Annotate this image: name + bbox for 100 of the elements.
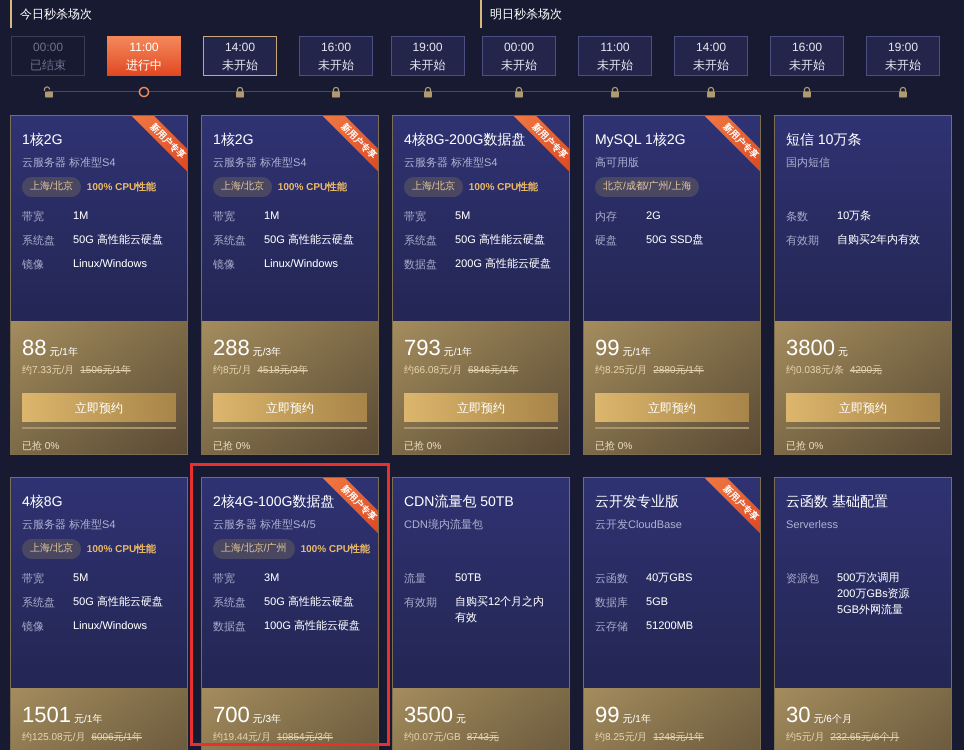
unlocked-lock-icon [42, 86, 54, 98]
price-unit: 元/1年 [74, 713, 102, 727]
original-price: 2880元/1年 [653, 364, 704, 378]
lock-icon [609, 86, 621, 98]
session-tab[interactable]: 16:00 未开始 [299, 36, 373, 76]
unit-price: 约0.07元/GB [404, 731, 461, 745]
unit-price: 约66.08元/月 [404, 364, 462, 378]
unit-price: 约5元/月 [786, 731, 824, 745]
spec-label: 带宽 [22, 572, 45, 587]
cpu-label: 100% CPU性能 [86, 542, 156, 556]
price-unit: 元/3年 [252, 713, 282, 727]
original-price: 10854元/3年 [276, 731, 333, 745]
card-title: 云开发专业版 [595, 492, 679, 511]
spec-value: 50G SSD盘 [646, 233, 704, 248]
card-title: 4核8G [22, 492, 62, 511]
lock-icon [422, 86, 434, 98]
region-tag: 上海/北京 [213, 177, 272, 197]
price: 700 [213, 701, 250, 729]
spec-label: 资源包 [786, 572, 820, 587]
spec-label: 带宽 [213, 210, 236, 225]
spec-value: 100G 高性能云硬盘 [264, 618, 360, 634]
original-price: 6846元/1年 [468, 364, 518, 378]
spec-value: 50G 高性能云硬盘 [264, 594, 354, 610]
spec-value: 50TB [455, 571, 482, 586]
card-title: 2核4G-100G数据盘 [213, 492, 334, 511]
price-unit: 元/6个月 [813, 713, 852, 727]
spec-value: 3M [264, 571, 280, 586]
session-tab[interactable]: 11:00 进行中 [107, 36, 181, 76]
spec-value: 40万GBS [646, 571, 692, 586]
original-price: 1506元/1年 [80, 364, 131, 378]
original-price: 6006元/1年 [91, 731, 142, 745]
session-tab[interactable]: 16:00 未开始 [770, 36, 844, 76]
spec-label: 条数 [786, 210, 809, 225]
spec-label: 带宽 [404, 210, 427, 225]
original-price: 232.65元/6个月 [830, 731, 900, 745]
card-title: 1核2G [213, 130, 254, 149]
spec-value: 5GB外网流量 [837, 602, 904, 618]
spec-value: 5M [455, 209, 470, 224]
spec-label: 系统盘 [213, 234, 247, 249]
spec-value: 50G 高性能云硬盘 [73, 594, 163, 610]
region-tag: 上海/北京 [22, 539, 81, 559]
card-subtitle: 云服务器 标准型S4 [404, 156, 499, 171]
original-price: 8743元 [466, 731, 499, 745]
sold-percentage: 已抢 0% [22, 440, 60, 454]
price-unit: 元/1年 [622, 713, 651, 727]
price-unit: 元/3年 [252, 346, 282, 360]
spec-label: 内存 [595, 210, 618, 225]
spec-value: 50G 高性能云硬盘 [73, 232, 163, 248]
card-subtitle: Serverless [786, 518, 839, 533]
sold-percentage: 已抢 0% [595, 440, 634, 454]
unit-price: 约7.33元/月 [22, 364, 74, 378]
session-tab[interactable]: 11:00 未开始 [578, 36, 652, 76]
spec-value: 自购买2年内有效 [837, 233, 920, 248]
session-tab[interactable]: 19:00 未开始 [866, 36, 940, 76]
sold-percentage: 已抢 0% [404, 440, 442, 454]
price: 88 [22, 334, 46, 362]
lock-icon [513, 86, 525, 98]
spec-label: 系统盘 [22, 234, 56, 249]
spec-label: 带宽 [22, 210, 45, 225]
card-subtitle: 云服务器 标准型S4 [22, 156, 117, 171]
spec-value: 2G [646, 209, 661, 224]
spec-label: 镜像 [22, 620, 45, 635]
card-subtitle: 云开发CloudBase [595, 518, 683, 533]
price-unit: 元 [838, 346, 848, 360]
spec-value: 500万次调用 [837, 571, 900, 586]
unit-price: 约8元/月 [213, 364, 252, 378]
session-tab[interactable]: 14:00 未开始 [203, 36, 277, 76]
price: 793 [404, 334, 441, 362]
session-tab[interactable]: 00:00 已结束 [11, 36, 85, 76]
cpu-label: 100% CPU性能 [468, 180, 538, 194]
session-tab[interactable]: 00:00 未开始 [482, 36, 556, 76]
spec-value: 5GB [646, 595, 668, 610]
price-unit: 元 [456, 713, 466, 727]
session-tab[interactable]: 19:00 未开始 [390, 36, 464, 76]
spec-label: 硬盘 [595, 234, 618, 249]
unit-price: 约8.25元/月 [595, 731, 648, 745]
card-subtitle: CDN境内流量包 [404, 518, 484, 533]
spec-label: 有效期 [404, 596, 438, 611]
spec-value: 10万条 [837, 209, 872, 224]
card-subtitle: 云服务器 标准型S4 [213, 156, 308, 171]
spec-value: Linux/Windows [264, 257, 338, 272]
section-heading: 今日秒杀场次 [20, 6, 92, 23]
card-subtitle: 云服务器 标准型S4 [22, 518, 117, 533]
card-title: MySQL 1核2G [595, 130, 686, 149]
spec-label: 云存储 [595, 620, 629, 635]
ring-icon [138, 86, 150, 98]
price: 3500 [404, 701, 453, 729]
spec-value: 200万GBs资源 [837, 587, 910, 602]
region-tag: 北京/成都/广州/上海 [595, 177, 700, 197]
unit-price: 约8.25元/月 [595, 364, 648, 378]
price-unit: 元/1年 [49, 346, 78, 360]
price: 30 [786, 701, 810, 729]
price-unit: 元/1年 [622, 346, 651, 360]
spec-value: Linux/Windows [73, 619, 147, 634]
spec-value: 1M [264, 209, 280, 224]
session-tab[interactable]: 14:00 未开始 [674, 36, 748, 76]
unit-price: 约19.44元/月 [213, 731, 271, 745]
card-title: 短信 10万条 [786, 130, 862, 149]
spec-value: 自购买12个月之内 [455, 594, 544, 610]
spec-label: 云函数 [595, 572, 629, 587]
